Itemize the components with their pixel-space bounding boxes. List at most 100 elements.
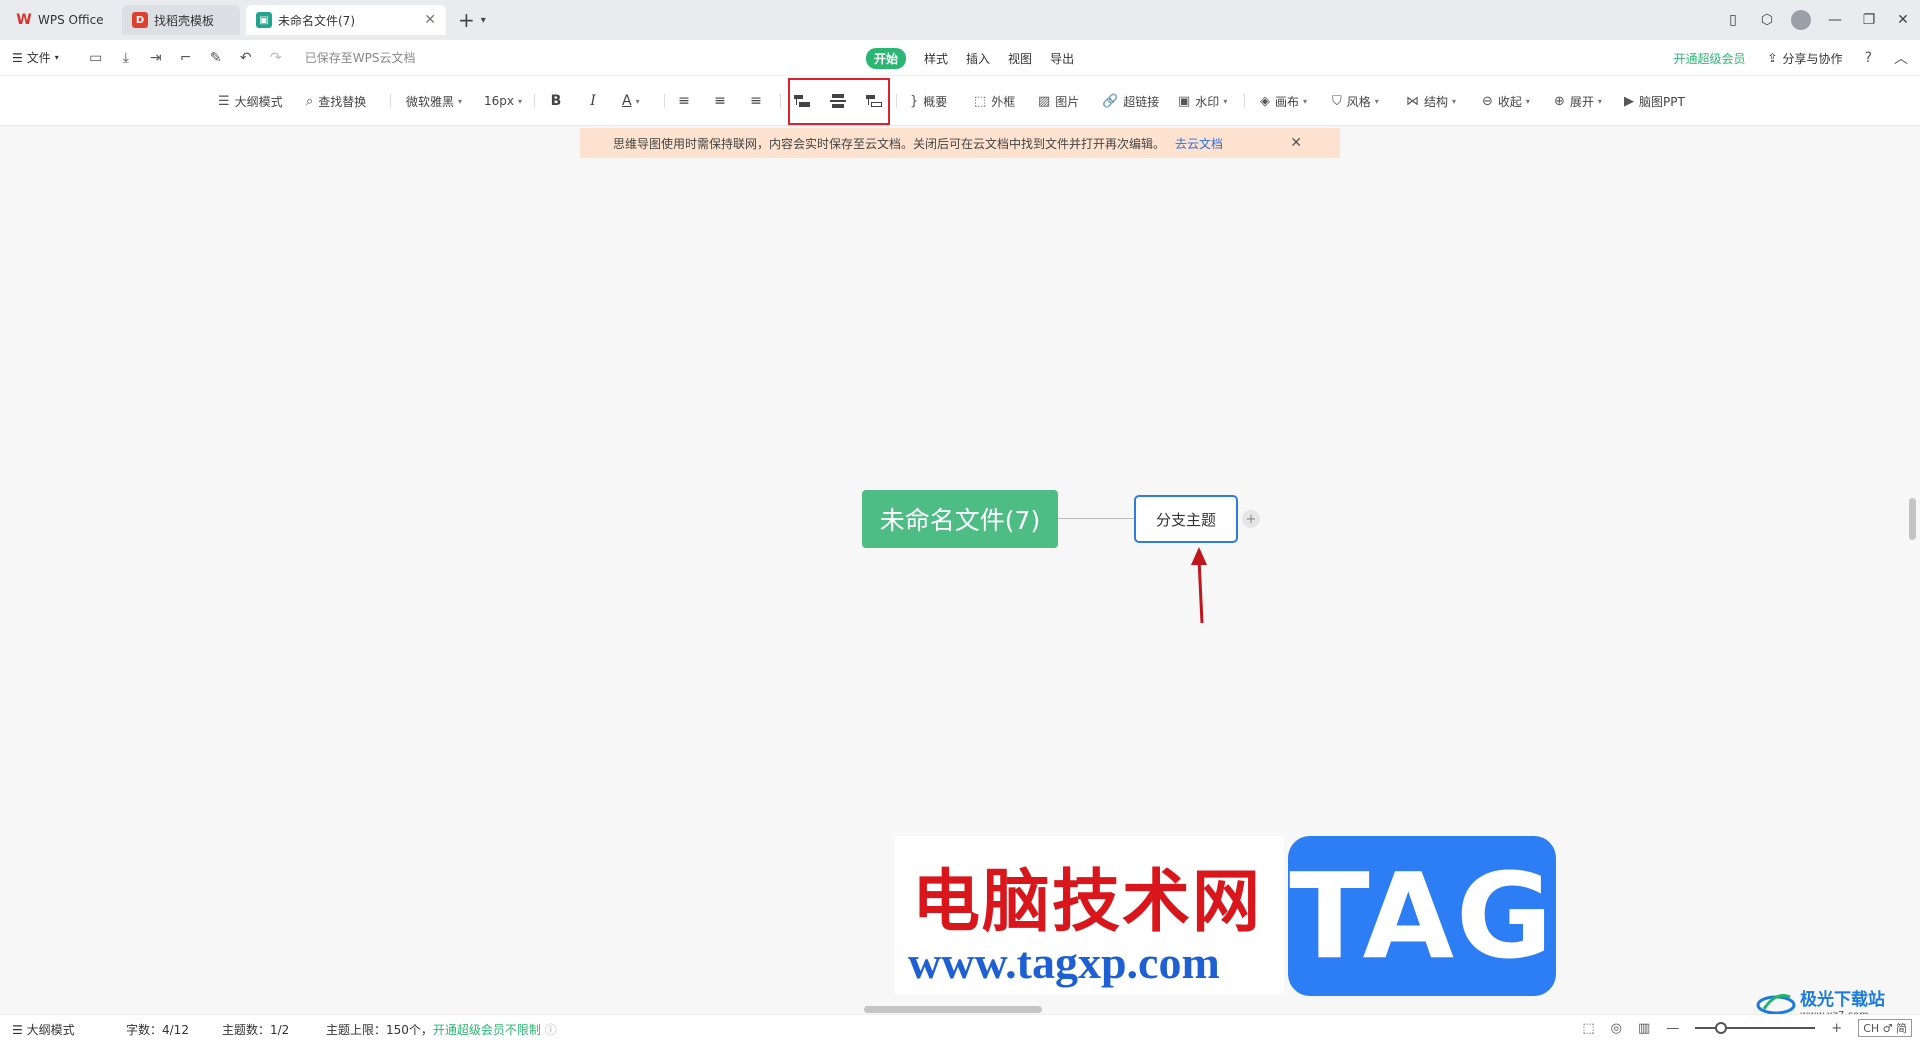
tab-insert[interactable]: 插入 [966, 50, 990, 67]
template-icon: D [132, 12, 148, 28]
expand-button[interactable]: ⊕ 展开 ▾ [1554, 89, 1602, 113]
minimize-icon[interactable]: — [1818, 12, 1852, 28]
wps-logo-icon: W [16, 12, 32, 28]
export-icon[interactable]: ⇥ [141, 50, 171, 66]
summary-label: 概要 [923, 94, 948, 109]
horizontal-scrollbar[interactable] [864, 1006, 1042, 1013]
tab-document[interactable]: ▣ 未命名文件(7) ✕ [246, 5, 446, 35]
tab-wps-office[interactable]: W WPS Office [6, 5, 116, 35]
align-right-icon[interactable]: ≡ [744, 89, 768, 113]
format-painter-icon[interactable]: ⌐ [171, 50, 201, 66]
avatar[interactable] [1791, 10, 1811, 30]
collapse-button[interactable]: ⊖ 收起 ▾ [1482, 89, 1530, 113]
menu-icon: ☰ [12, 50, 23, 65]
site-name: 极光下载站 [1800, 990, 1885, 1010]
topic-count: 主题数：1/2 [222, 1023, 290, 1037]
summary-button[interactable]: } 概要 [910, 89, 947, 113]
tab-view[interactable]: 视图 [1008, 50, 1032, 67]
aurora-logo-icon [1756, 994, 1796, 1015]
chevron-down-icon: ▾ [54, 53, 59, 62]
root-topic-node[interactable]: 未命名文件(7) [862, 490, 1058, 548]
zoom-out-icon[interactable]: — [1666, 1021, 1679, 1036]
vip-button[interactable]: 开通超级会员 [1673, 50, 1745, 67]
restore-icon[interactable]: ❐ [1852, 12, 1886, 28]
watermark-title: 电脑技术网 [912, 862, 1263, 942]
outline-mode-button[interactable]: ☰ 大纲模式 [218, 89, 283, 113]
map-icon[interactable]: ▥ [1638, 1021, 1650, 1036]
highlight-box [788, 78, 890, 125]
tab-label: 未命名文件(7) [278, 13, 355, 28]
plus-circle-icon: ⊕ [1554, 93, 1565, 109]
zoom-slider-knob[interactable] [1715, 1022, 1728, 1034]
save-status: 已保存至WPS云文档 [304, 51, 416, 65]
collapse-ribbon-icon[interactable]: ︿ [1894, 48, 1908, 68]
help-icon[interactable]: ? [1865, 50, 1872, 66]
frame-button[interactable]: ⬚ 外框 [974, 89, 1015, 113]
list-icon: ☰ [218, 93, 230, 109]
file-menu-button[interactable]: ☰ 文件 ▾ [12, 49, 59, 66]
watermark-icon: ▣ [1178, 93, 1191, 109]
window-close-icon[interactable]: ✕ [1886, 12, 1920, 28]
panel-layout-icon[interactable]: ▯ [1716, 12, 1750, 28]
word-count: 字数：4/12 [126, 1023, 189, 1037]
tab-export[interactable]: 导出 [1050, 50, 1074, 67]
align-center-icon[interactable]: ≡ [708, 89, 732, 113]
fit-selection-icon[interactable]: ⬚ [1582, 1021, 1594, 1036]
info-icon[interactable]: ⓘ [545, 1023, 557, 1037]
zoom-slider[interactable] [1695, 1022, 1816, 1034]
find-replace-button[interactable]: ⌕ 查找替换 [306, 89, 366, 113]
undo-icon[interactable]: ↶ [231, 50, 261, 66]
bold-button[interactable]: B [544, 89, 568, 113]
watermark-button[interactable]: ▣ 水印 ▾ [1178, 89, 1227, 113]
vip-unlimited-link[interactable]: 开通超级会员不限制 [433, 1023, 541, 1037]
font-family-select[interactable]: 微软雅黑 ▾ [406, 89, 462, 113]
menu-bar: ☰ 文件 ▾ ▭ ⤓ ⇥ ⌐ ✎ ↶ ↷ 已保存至WPS云文档 开始 样式 插入… [0, 40, 1920, 76]
font-family-value: 微软雅黑 [406, 94, 455, 109]
new-tab-button[interactable]: + ▾ [458, 8, 486, 32]
chevron-down-icon[interactable]: ▾ [481, 15, 486, 26]
plus-icon: + [458, 8, 475, 32]
cube-icon[interactable]: ⬡ [1750, 12, 1784, 28]
download-icon[interactable]: ⤓ [111, 50, 141, 66]
structure-button[interactable]: ⋈ 结构 ▾ [1406, 89, 1456, 113]
collapse-label: 收起 [1497, 94, 1522, 109]
hyperlink-button[interactable]: 🔗 超链接 [1102, 89, 1159, 113]
expand-label: 展开 [1569, 94, 1594, 109]
align-left-icon[interactable]: ≡ [672, 89, 696, 113]
chevron-down-icon: ▾ [1223, 96, 1228, 106]
branch-topic-node[interactable]: 分支主题 [1134, 495, 1238, 543]
paint-bucket-icon: ◈ [1260, 93, 1270, 109]
shirt-icon: ⛉ [1332, 93, 1342, 109]
structure-icon: ⋈ [1406, 93, 1419, 109]
style-label: 风格 [1346, 94, 1371, 109]
tab-start[interactable]: 开始 [866, 47, 907, 69]
add-child-button[interactable]: + [1242, 510, 1260, 528]
tab-style[interactable]: 样式 [924, 50, 948, 67]
locate-icon[interactable]: ◎ [1611, 1021, 1622, 1036]
share-button[interactable]: ⇪ 分享与协作 [1767, 50, 1842, 67]
close-notice-icon[interactable]: ✕ [1290, 135, 1302, 151]
font-color-label: A [622, 93, 632, 109]
outline-mode-label: 大纲模式 [234, 94, 283, 109]
zoom-in-icon[interactable]: + [1831, 1021, 1842, 1036]
canvas-button[interactable]: ◈ 画布 ▾ [1260, 89, 1307, 113]
style-button[interactable]: ⛉ 风格 ▾ [1332, 89, 1379, 113]
mindmap-file-icon: ▣ [256, 12, 272, 28]
pen-icon[interactable]: ✎ [201, 50, 231, 66]
font-size-select[interactable]: 16px ▾ [484, 89, 522, 113]
cloud-docs-link[interactable]: 去云文档 [1175, 135, 1223, 152]
outline-mode-toggle[interactable]: ☰ 大纲模式 [12, 1021, 75, 1038]
italic-button[interactable]: I [581, 89, 605, 113]
structure-label: 结构 [1424, 94, 1449, 109]
image-label: 图片 [1055, 94, 1080, 109]
font-size-value: 16px [484, 94, 514, 108]
mindmap-ppt-button[interactable]: ▶ 脑图PPT [1624, 89, 1685, 113]
chevron-down-icon: ▾ [1303, 96, 1308, 106]
close-tab-icon[interactable]: ✕ [424, 12, 436, 28]
vertical-scrollbar[interactable] [1909, 498, 1916, 540]
redo-icon[interactable]: ↷ [261, 50, 291, 66]
tab-template[interactable]: D 找稻壳模板 [122, 5, 240, 35]
font-color-button[interactable]: A ▾ [622, 89, 640, 113]
image-button[interactable]: ▨ 图片 [1038, 89, 1079, 113]
save-icon[interactable]: ▭ [81, 50, 111, 66]
